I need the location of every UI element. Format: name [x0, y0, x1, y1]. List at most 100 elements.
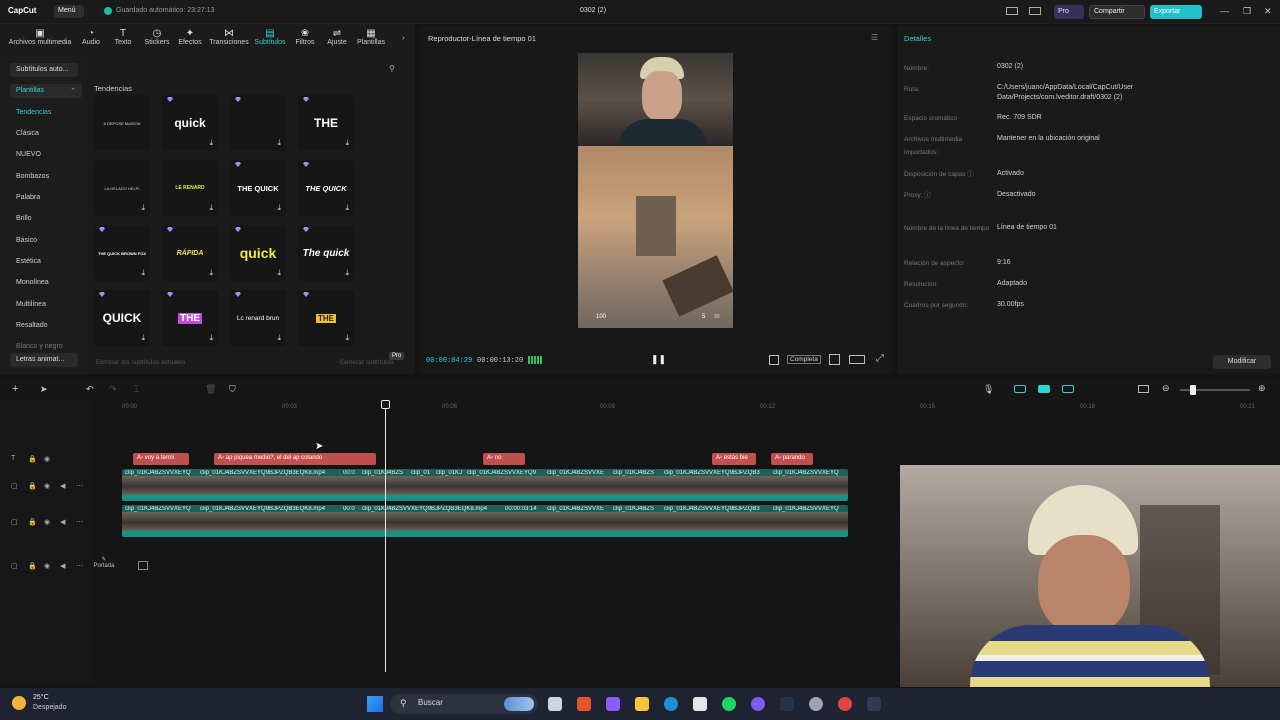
download-icon[interactable]: ⤓: [209, 268, 213, 278]
crop-icon[interactable]: [829, 354, 840, 365]
more-icon[interactable]: ⋯: [76, 562, 83, 570]
download-icon[interactable]: ⤓: [345, 333, 349, 343]
spotify-icon[interactable]: [722, 697, 736, 711]
lock-icon[interactable]: 🔒: [28, 518, 37, 526]
redo-icon[interactable]: ↷: [109, 384, 117, 395]
nav-animated-letters[interactable]: Letras animat...: [10, 353, 78, 367]
template-tile[interactable]: Lc renard brun ⤓: [230, 290, 286, 346]
tab-transitions[interactable]: ⋈ Transiciones: [208, 28, 250, 46]
shortcuts-icon[interactable]: [1029, 7, 1041, 15]
cover-button[interactable]: ✎ Portada: [91, 556, 117, 569]
speaker-icon[interactable]: ◀: [60, 518, 65, 526]
zoom-in-icon[interactable]: ⊕: [1258, 383, 1266, 394]
playhead-handle[interactable]: [381, 400, 390, 409]
download-icon[interactable]: ⤓: [277, 268, 281, 278]
more-icon[interactable]: ⋯: [76, 482, 83, 490]
aspect-ratio-icon[interactable]: [849, 355, 865, 364]
nav-templates[interactable]: Plantillas ⌃: [10, 84, 82, 98]
discord-icon[interactable]: [751, 697, 765, 711]
speaker-icon[interactable]: ◀: [60, 562, 65, 570]
template-tile[interactable]: A DEPOSE MAISON: [94, 95, 150, 151]
nav-item-classic[interactable]: Clásica: [16, 130, 39, 137]
nav-item-highlight[interactable]: Resaltado: [16, 322, 48, 329]
maximize-icon[interactable]: ❐: [1243, 6, 1251, 17]
windows-start-icon[interactable]: [367, 696, 383, 712]
steam-icon[interactable]: [780, 697, 794, 711]
pause-button[interactable]: ❚❚: [651, 354, 666, 365]
subtitle-clip[interactable]: A▫ voy a termi: [133, 453, 189, 465]
share-button[interactable]: Compartir: [1089, 5, 1145, 19]
nav-item-new[interactable]: NUEVO: [16, 151, 41, 158]
layout-icon[interactable]: [1006, 7, 1018, 15]
export-button[interactable]: Exportar: [1150, 5, 1202, 19]
copilot-icon[interactable]: [606, 697, 620, 711]
nav-item-single-line[interactable]: Monolínea: [16, 279, 49, 286]
template-tile[interactable]: RÁPIDA ⤓: [162, 225, 218, 281]
modify-button[interactable]: Modificar: [1213, 355, 1271, 369]
subtitle-clip[interactable]: A▫ no: [483, 453, 525, 465]
menu-icon[interactable]: ☰: [871, 33, 878, 42]
download-icon[interactable]: ⤓: [345, 268, 349, 278]
subtitle-clip[interactable]: A▫ ap piquea medio?, el del ap colando: [214, 453, 376, 465]
download-icon[interactable]: ⤓: [277, 138, 281, 148]
filter-icon[interactable]: ⚲: [389, 64, 395, 73]
download-icon[interactable]: ⤓: [141, 268, 145, 278]
menu-button[interactable]: Menú: [54, 5, 84, 18]
lock-icon[interactable]: 🔒: [28, 482, 37, 490]
microphone-icon[interactable]: 🎙: [983, 384, 994, 395]
weather-temperature[interactable]: 25°C: [33, 694, 49, 701]
download-icon[interactable]: ⤓: [141, 333, 145, 343]
tab-captions[interactable]: ▤ Subtítulos: [252, 28, 288, 46]
info-icon[interactable]: ⓘ: [967, 171, 974, 178]
minimize-icon[interactable]: —: [1220, 6, 1229, 16]
template-tile[interactable]: LA HELADO HELPI ⤓: [94, 160, 150, 216]
tab-stickers[interactable]: ◷ Stickers: [142, 28, 172, 46]
info-icon[interactable]: ⓘ: [924, 192, 931, 199]
select-tool-icon[interactable]: ➤: [40, 384, 48, 395]
add-icon[interactable]: +: [12, 383, 18, 395]
app-icon[interactable]: [838, 697, 852, 711]
template-tile[interactable]: THE QUICK ⤓: [298, 160, 354, 216]
chevron-right-icon[interactable]: ›: [402, 33, 405, 42]
template-tile[interactable]: THE ⤓: [298, 290, 354, 346]
undo-icon[interactable]: ↶: [86, 384, 94, 395]
template-tile[interactable]: THE ⤓: [162, 290, 218, 346]
nav-item-glow[interactable]: Brillo: [16, 215, 32, 222]
delete-icon[interactable]: 🗑: [205, 384, 216, 395]
eye-icon[interactable]: ◉: [44, 482, 50, 490]
subtitle-clip[interactable]: A▫ estás bie: [712, 453, 756, 465]
cover-placeholder-icon[interactable]: [138, 561, 148, 570]
tab-text[interactable]: T Texto: [110, 28, 136, 46]
template-tile[interactable]: The quick ⤓: [298, 225, 354, 281]
tab-filters[interactable]: ❀ Filtros: [292, 28, 318, 46]
template-tile[interactable]: ⤓: [230, 95, 286, 151]
template-tile[interactable]: THE QUICK ⤓: [230, 160, 286, 216]
shield-icon[interactable]: ⛉: [229, 384, 236, 395]
edge-icon[interactable]: [664, 697, 678, 711]
nav-item-basic[interactable]: Básico: [16, 237, 37, 244]
download-icon[interactable]: ⤓: [209, 203, 213, 213]
lock-icon[interactable]: 🔒: [28, 455, 37, 463]
eye-icon[interactable]: ◉: [44, 455, 50, 463]
tab-media[interactable]: ▣ Archivos multimedia: [6, 28, 74, 46]
download-icon[interactable]: ⤓: [209, 333, 213, 343]
pro-button[interactable]: Pro: [1054, 5, 1084, 19]
zoom-slider-handle[interactable]: [1190, 385, 1196, 395]
template-tile[interactable]: THE QUICK BROWN FOX ⤓: [94, 225, 150, 281]
playhead[interactable]: [385, 400, 386, 672]
nav-item-aesthetic[interactable]: Estética: [16, 258, 41, 265]
eye-icon[interactable]: ◉: [44, 518, 50, 526]
download-icon[interactable]: ⤓: [277, 333, 281, 343]
more-icon[interactable]: ⋯: [76, 518, 83, 526]
fullscreen-icon[interactable]: ⤢: [876, 353, 884, 364]
subtitle-clip[interactable]: A▫ parando: [771, 453, 813, 465]
caption-track-icon[interactable]: [1138, 385, 1149, 393]
nav-item-multi-line[interactable]: Multilínea: [16, 301, 46, 308]
weather-sun-icon[interactable]: [12, 696, 26, 710]
ratio-dropdown[interactable]: Completa: [787, 355, 821, 364]
nav-item-black-white[interactable]: Blanco y negro: [16, 343, 63, 350]
split-icon[interactable]: ⌶: [134, 384, 139, 395]
nav-item-trending[interactable]: Tendencias: [16, 109, 51, 116]
template-tile[interactable]: quick ⤓: [230, 225, 286, 281]
nav-auto-subtitles[interactable]: Subtítulos auto...: [10, 63, 78, 77]
